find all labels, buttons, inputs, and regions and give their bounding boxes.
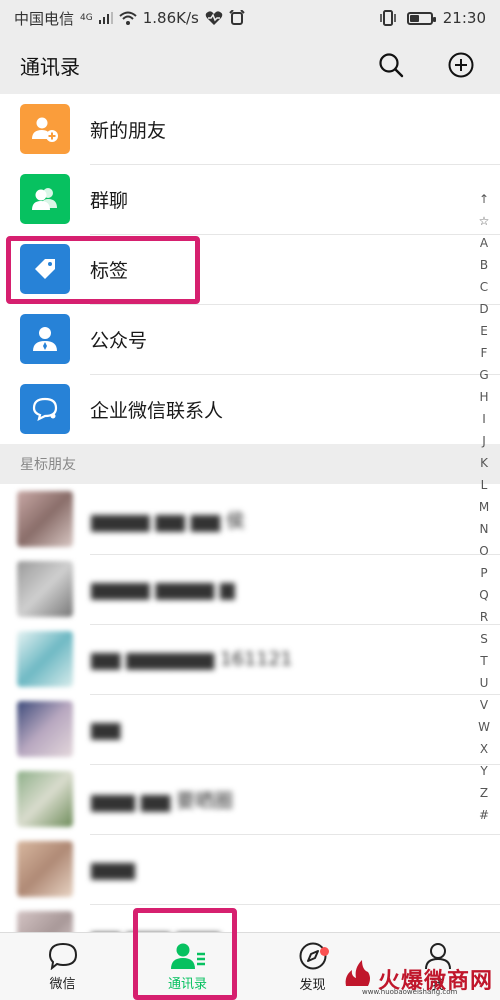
index-letter[interactable]: B: [480, 254, 488, 276]
health-icon: [205, 11, 223, 25]
watermark-url: www.huobaoweishang.com: [362, 988, 458, 996]
add-button[interactable]: [448, 52, 474, 78]
index-letter[interactable]: V: [480, 694, 488, 716]
contact-name: ▆▆▆▆ ▆▆ ▆▆ 侯: [91, 509, 246, 532]
tags-highlight-box: [6, 236, 200, 304]
clock-time: 21:30: [442, 9, 486, 27]
index-letter[interactable]: ↑: [479, 188, 489, 210]
contact-name: ▆▆▆ ▆▆ 要晒圈: [91, 789, 234, 812]
discover-badge: [320, 947, 329, 956]
index-letter[interactable]: T: [480, 650, 487, 672]
index-letter[interactable]: Z: [480, 782, 488, 804]
avatar: [17, 561, 73, 617]
index-letter[interactable]: #: [479, 804, 489, 826]
index-letter[interactable]: X: [480, 738, 488, 760]
flame-icon: [345, 960, 370, 986]
tab-chats[interactable]: 微信: [0, 933, 125, 1000]
index-letter[interactable]: R: [480, 606, 488, 628]
contact-name: ▆▆▆▆ ▆▆▆▆ ▆: [91, 578, 235, 600]
index-letter[interactable]: W: [478, 716, 490, 738]
index-letter[interactable]: O: [479, 540, 488, 562]
contact-list: ▆▆▆▆ ▆▆ ▆▆ 侯 ▆▆▆▆ ▆▆▆▆ ▆ ▆▆ ▆▆▆▆▆▆ 16112…: [0, 484, 500, 932]
chat-bubble-icon: [48, 942, 77, 970]
index-letter[interactable]: L: [481, 474, 488, 496]
index-letter[interactable]: ☆: [479, 210, 490, 232]
index-letter[interactable]: J: [482, 430, 486, 452]
avatar: [17, 841, 73, 897]
avatar: [17, 701, 73, 757]
contact-row[interactable]: ▆▆▆ ▆▆ 要晒圈: [0, 764, 500, 834]
index-letter[interactable]: K: [480, 452, 488, 474]
page-title: 通讯录: [20, 54, 80, 79]
avatar: [17, 491, 73, 547]
index-letter[interactable]: Y: [480, 760, 487, 782]
page-header: 通讯录: [0, 36, 500, 94]
alarm-icon: [229, 10, 245, 25]
enterprise-contacts-item[interactable]: 企业微信联系人: [0, 374, 500, 444]
vibrate-icon: [380, 10, 396, 26]
contact-row[interactable]: ▆▆ ▆▆▆▆▆▆ 161121: [0, 624, 500, 694]
carrier-label: 中国电信: [14, 9, 75, 28]
contact-name: ▆▆▆: [91, 858, 135, 880]
index-letter[interactable]: S: [480, 628, 488, 650]
battery-icon: [406, 11, 436, 25]
index-letter[interactable]: E: [480, 320, 488, 342]
official-accounts-item[interactable]: 公众号: [0, 304, 500, 374]
signal-icon: 4G: [80, 13, 93, 23]
search-button[interactable]: [378, 52, 404, 78]
index-letter[interactable]: F: [481, 342, 488, 364]
contact-row[interactable]: ▆▆▆▆ ▆▆▆▆ ▆: [0, 554, 500, 624]
index-letter[interactable]: M: [479, 496, 489, 518]
avatar: [17, 631, 73, 687]
avatar: [17, 911, 73, 932]
group-icon: [20, 174, 70, 224]
contact-row[interactable]: ▆▆ ▆▆▆ ▆▆▆: [0, 904, 500, 932]
status-bar: 中国电信 4G 1.86K/s 21:30: [0, 0, 500, 36]
signal-bars-icon: [98, 12, 113, 24]
enterprise-contacts-label: 企业微信联系人: [90, 399, 224, 422]
tab-discover-label: 发现: [299, 977, 326, 993]
plus-circle-icon: [448, 52, 474, 78]
official-accounts-label: 公众号: [90, 329, 148, 352]
enterprise-contact-icon: [20, 384, 70, 434]
contact-name: ▆▆ ▆▆▆▆▆▆ 161121: [91, 648, 293, 670]
wifi-icon: [119, 11, 137, 25]
index-letter[interactable]: D: [479, 298, 488, 320]
contacts-tab-highlight-box: [133, 908, 237, 1000]
index-letter[interactable]: A: [480, 232, 488, 254]
contact-row[interactable]: ▆▆: [0, 694, 500, 764]
tab-chats-label: 微信: [49, 976, 76, 992]
alphabet-index-bar[interactable]: ↑ ☆ A B C D E F G H I J K L M N O P Q R S T U V W X Y Z #: [474, 188, 494, 826]
index-letter[interactable]: Q: [479, 584, 488, 606]
index-letter[interactable]: I: [482, 408, 486, 430]
index-letter[interactable]: P: [480, 562, 487, 584]
contact-name: ▆▆: [91, 718, 121, 740]
index-letter[interactable]: G: [479, 364, 488, 386]
index-letter[interactable]: U: [480, 672, 489, 694]
group-chats-item[interactable]: 群聊: [0, 164, 500, 234]
index-letter[interactable]: C: [480, 276, 488, 298]
group-chats-label: 群聊: [90, 189, 129, 212]
add-friend-icon: [20, 104, 70, 154]
search-icon: [379, 53, 404, 78]
new-friends-label: 新的朋友: [90, 119, 167, 142]
contact-row[interactable]: ▆▆▆: [0, 834, 500, 904]
avatar: [17, 771, 73, 827]
official-account-icon: [20, 314, 70, 364]
network-speed: 1.86K/s: [142, 9, 199, 27]
watermark-logo: 火爆微商网 www.huobaoweishang.com: [342, 958, 493, 996]
new-friends-item[interactable]: 新的朋友: [0, 94, 500, 164]
index-letter[interactable]: N: [480, 518, 489, 540]
index-letter[interactable]: H: [479, 386, 488, 408]
starred-friends-header: 星标朋友: [0, 444, 500, 484]
contact-row[interactable]: ▆▆▆▆ ▆▆ ▆▆ 侯: [0, 484, 500, 554]
